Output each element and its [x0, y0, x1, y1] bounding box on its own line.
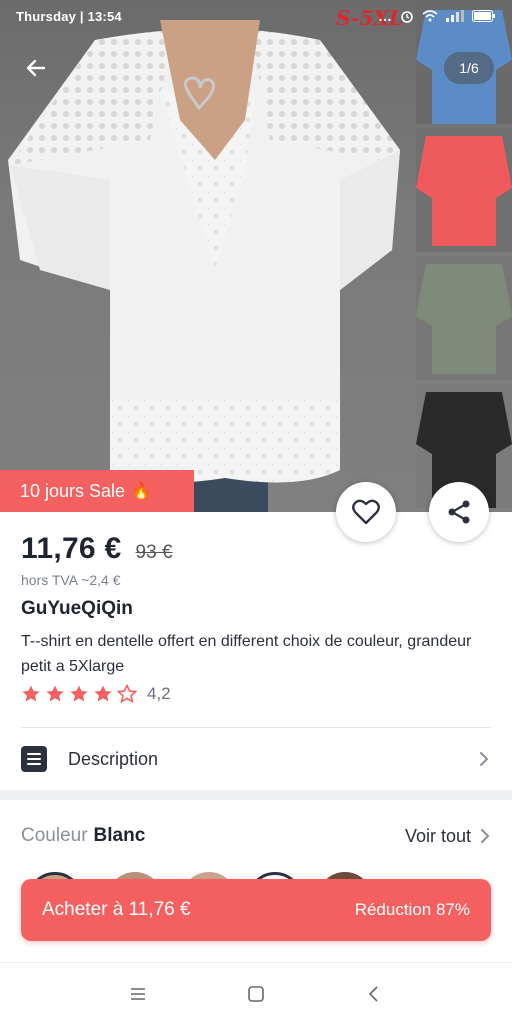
chevron-right-icon: [480, 752, 489, 766]
heart-icon: [352, 499, 380, 525]
status-time: Thursday | 13:54: [16, 8, 122, 24]
divider: [21, 727, 491, 728]
see-all-label: Voir tout: [404, 825, 471, 846]
system-navigation-bar: [0, 962, 512, 1024]
current-price: 11,76 €: [21, 532, 122, 565]
color-selector-header: Couleur Blanc Voir tout: [21, 812, 491, 860]
buy-button-label: Acheter à 11,76 €: [42, 899, 191, 920]
favorite-button[interactable]: [336, 482, 396, 542]
signal-icon: [446, 10, 464, 22]
section-separator: [0, 790, 512, 800]
arrow-left-icon: [26, 59, 46, 77]
battery-icon: [472, 10, 495, 22]
share-icon: [448, 500, 470, 524]
original-price: 93 €: [135, 542, 173, 563]
star-empty-icon: [117, 684, 137, 704]
tax-note: hors TVA ~2,4 €: [21, 572, 121, 588]
chevron-right-icon: [481, 829, 490, 843]
menu-icon: [131, 987, 145, 1000]
description-label: Description: [68, 748, 159, 769]
document-icon: [21, 746, 47, 772]
price-row: 11,76 € 93 €: [21, 532, 173, 566]
flame-icon: 🔥: [131, 483, 151, 500]
alarm-icon: [401, 11, 413, 23]
square-icon: [248, 985, 264, 1002]
image-counter: 1/6: [444, 52, 494, 84]
see-all-link[interactable]: Voir tout: [405, 826, 491, 847]
rating-stars: [21, 684, 137, 704]
thumbnail-coral[interactable]: [416, 128, 512, 252]
product-image-gallery[interactable]: S-5XL Thursday | 13:54 … 1/6 10 jours Sa…: [0, 0, 512, 512]
product-title: T--shirt en dentelle offert en different…: [21, 633, 472, 675]
star-filled-icon: [22, 685, 40, 702]
discount-label: Réduction 87%: [354, 900, 470, 919]
color-label: Couleur: [21, 825, 88, 846]
home-button[interactable]: [241, 979, 271, 1009]
rating[interactable]: 4,2: [21, 684, 171, 704]
chevron-left-icon: [368, 985, 378, 1002]
more-dots-icon: …: [378, 8, 392, 24]
selected-color: Blanc: [93, 825, 146, 846]
brand-name[interactable]: GuYueQiQin: [21, 598, 133, 620]
sale-badge-label: 10 jours Sale: [20, 480, 126, 501]
back-button[interactable]: [18, 50, 54, 86]
wifi-icon: [422, 10, 438, 22]
thumbnail-green[interactable]: [416, 256, 512, 380]
menu-button[interactable]: [123, 979, 153, 1009]
star-filled-icon: [70, 685, 88, 702]
share-button[interactable]: [429, 482, 489, 542]
star-filled-icon: [46, 685, 64, 702]
description-row[interactable]: Description: [21, 732, 491, 786]
buy-button[interactable]: Acheter à 11,76 € Réduction 87%: [21, 879, 491, 941]
star-filled-icon: [94, 685, 112, 702]
sale-badge: 10 jours Sale 🔥: [0, 470, 194, 512]
rating-value: 4,2: [147, 684, 171, 703]
status-bar: Thursday | 13:54 …: [0, 0, 512, 32]
system-back-button[interactable]: [359, 979, 389, 1009]
